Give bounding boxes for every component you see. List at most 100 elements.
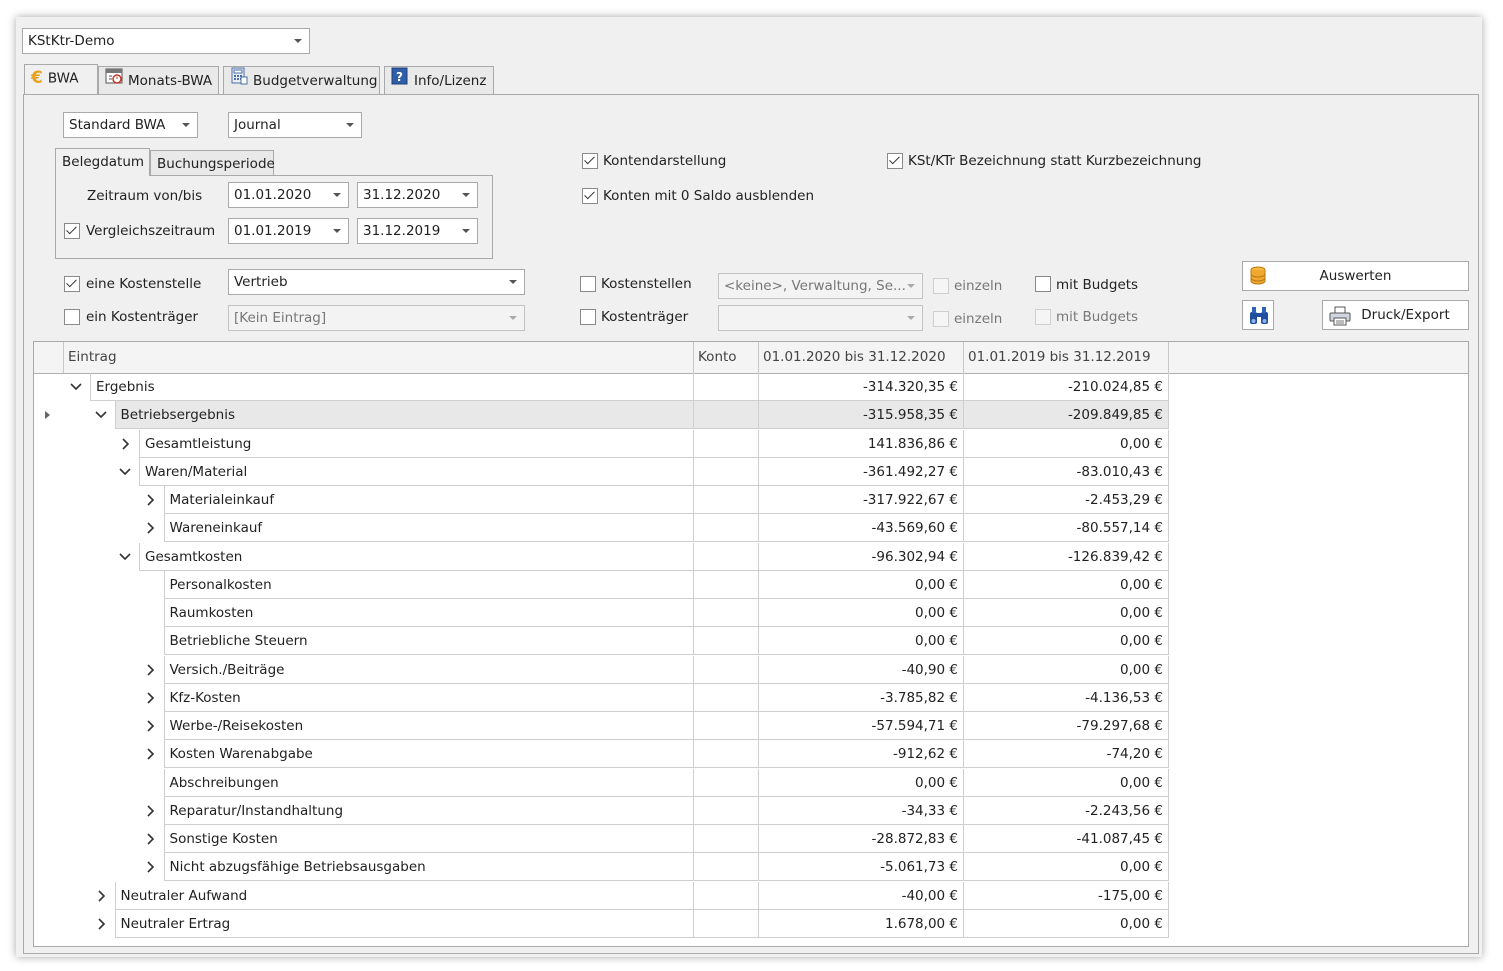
column-header-konto[interactable]: Konto [694, 342, 759, 373]
evaluate-button-label: Auswerten [1319, 268, 1392, 284]
column-header-eintrag[interactable]: Eintrag [64, 342, 694, 373]
compare-from-date[interactable]: 01.01.2019 [228, 218, 349, 244]
kostenstellen-checkbox[interactable] [580, 276, 596, 292]
kostenstelle-select[interactable]: Vertrieb [228, 269, 525, 295]
chevron-down-icon [907, 316, 915, 320]
compare-period-checkbox[interactable] [64, 223, 80, 239]
cell-konto [694, 909, 759, 938]
kostenstelle-checkbox[interactable] [64, 276, 80, 292]
table-row[interactable]: Nicht abzugsfähige Betriebsausgaben -5.06… [34, 853, 1468, 882]
tab-monats-bwa[interactable]: Monats-BWA [98, 66, 219, 94]
cell-compare-value: -79.297,68 € [964, 712, 1169, 740]
chevron-down-icon[interactable] [115, 543, 135, 571]
table-row[interactable]: Materialeinkauf -317.922,67 € -2.453,29 € [34, 486, 1468, 514]
evaluate-button[interactable]: Auswerten [1242, 261, 1469, 291]
table-row[interactable]: Reparatur/Instandhaltung -34,33 € -2.243,5… [34, 796, 1468, 825]
cell-compare-value: 0,00 € [964, 627, 1169, 656]
table-row[interactable]: Gesamtkosten -96.302,94 € -126.839,42 € [34, 542, 1468, 571]
chevron-right-icon[interactable] [140, 684, 160, 712]
kostentraeger-einzeln-checkbox[interactable] [933, 311, 949, 327]
report-type-select[interactable]: Standard BWA [63, 112, 198, 138]
cell-konto [694, 457, 759, 486]
kostenstellen-einzeln-checkbox[interactable] [933, 278, 949, 294]
bwa-tree-grid[interactable]: Eintrag Konto 01.01.2020 bis 31.12.2020 … [33, 341, 1469, 947]
table-row[interactable]: Betriebliche Steuern 0,00 €0,00 € [34, 627, 1468, 656]
period-to-date[interactable]: 31.12.2020 [357, 182, 478, 208]
calculator-icon [230, 67, 248, 95]
kostentraeger-checkbox[interactable] [64, 309, 80, 325]
chevron-right-icon[interactable] [140, 514, 160, 542]
chevron-right-icon[interactable] [140, 825, 160, 853]
kostentraeger-budgets-checkbox[interactable] [1035, 309, 1051, 325]
tab-buchungsperiode[interactable]: Buchungsperiode [150, 150, 275, 176]
kontendarstellung-checkbox[interactable] [582, 153, 598, 169]
print-export-button[interactable]: Druck/Export [1322, 300, 1469, 330]
period-label: Zeitraum von/bis [87, 188, 203, 204]
kostentraeger-select[interactable]: [Kein Eintrag] [228, 305, 525, 331]
tab-info-lizenz[interactable]: ? Info/Lizenz [384, 66, 494, 94]
chevron-down-icon[interactable] [91, 401, 111, 429]
view-type-select[interactable]: Journal [228, 112, 362, 138]
cell-eintrag: Kfz-Kosten [163, 683, 694, 712]
cell-period-value: -34,33 € [759, 796, 964, 825]
tab-budgetverwaltung[interactable]: Budgetverwaltung [223, 66, 380, 94]
table-row[interactable]: Versich./Beiträge -40,90 €0,00 € [34, 655, 1468, 684]
cell-konto [694, 712, 759, 740]
chevron-right-icon[interactable] [140, 712, 160, 740]
search-button[interactable] [1242, 300, 1274, 330]
cell-compare-value: -83.010,43 € [964, 457, 1169, 486]
column-header-compare[interactable]: 01.01.2019 bis 31.12.2019 [964, 342, 1169, 373]
table-row[interactable]: Gesamtleistung 141.836,86 €0,00 € [34, 429, 1468, 458]
table-row[interactable]: Kosten Warenabgabe -912,62 € -74,20 € [34, 740, 1468, 769]
chevron-down-icon [294, 39, 302, 43]
table-row[interactable]: Wareneinkauf -43.569,60 € -80.557,14 € [34, 514, 1468, 543]
table-row[interactable]: Personalkosten 0,00 €0,00 € [34, 570, 1468, 599]
chevron-down-icon[interactable] [66, 373, 86, 401]
chevron-right-icon[interactable] [115, 430, 135, 458]
kostenstellen-budgets-label: mit Budgets [1056, 277, 1139, 293]
column-header-period[interactable]: 01.01.2020 bis 31.12.2020 [759, 342, 964, 373]
chevron-right-icon[interactable] [140, 797, 160, 825]
chevron-right-icon[interactable] [140, 486, 160, 514]
chevron-right-icon[interactable] [91, 910, 111, 938]
view-type-value: Journal [234, 117, 281, 133]
kontendarstellung-label: Kontendarstellung [603, 153, 727, 169]
kostenstellen-select[interactable]: <keine>, Verwaltung, Se... [718, 273, 923, 299]
period-from-date[interactable]: 01.01.2020 [228, 182, 349, 208]
printer-icon [1329, 306, 1351, 336]
kostenstellen-budgets-checkbox[interactable] [1035, 276, 1051, 292]
cell-compare-value: -41.087,45 € [964, 825, 1169, 853]
null-saldo-checkbox[interactable] [582, 188, 598, 204]
cell-konto [694, 486, 759, 514]
chevron-down-icon[interactable] [115, 458, 135, 486]
table-row[interactable]: Waren/Material -361.492,27 € -83.010,43 € [34, 457, 1468, 486]
chevron-right-icon[interactable] [140, 740, 160, 768]
cell-compare-value: 0,00 € [964, 909, 1169, 938]
chevron-right-icon[interactable] [140, 656, 160, 684]
row-indicator-icon [45, 411, 50, 420]
table-row[interactable]: Raumkosten 0,00 €0,00 € [34, 599, 1468, 627]
cell-period-value: -314.320,35 € [759, 373, 964, 401]
cell-compare-value: 0,00 € [964, 570, 1169, 599]
table-row[interactable]: Neutraler Ertrag 1.678,00 €0,00 € [34, 909, 1468, 938]
table-row[interactable]: Ergebnis -314.320,35 € -210.024,85 € [34, 373, 1468, 401]
tab-bwa[interactable]: € BWA [24, 64, 98, 94]
kostentraeger-multi-select[interactable] [718, 305, 923, 331]
kostentraeger-multi-checkbox[interactable] [580, 309, 596, 325]
chevron-right-icon[interactable] [91, 882, 111, 910]
cell-konto [694, 853, 759, 882]
tab-belegdatum[interactable]: Belegdatum [55, 148, 150, 176]
compare-to-date[interactable]: 31.12.2019 [357, 218, 478, 244]
mandant-select[interactable]: KStKtr-Demo [22, 28, 310, 54]
table-row[interactable]: Kfz-Kosten -3.785,82 € -4.136,53 € [34, 683, 1468, 712]
cell-period-value: -315.958,35 € [759, 401, 964, 430]
bezeichnung-checkbox[interactable] [887, 153, 903, 169]
kostenstelle-label: eine Kostenstelle [86, 276, 202, 292]
table-row[interactable]: Neutraler Aufwand -40,00 € -175,00 € [34, 881, 1468, 910]
table-row[interactable]: Abschreibungen 0,00 €0,00 € [34, 768, 1468, 797]
table-row[interactable]: Betriebsergebnis -315.958,35 € -209.849,85… [34, 401, 1468, 430]
cell-konto [694, 796, 759, 825]
table-row[interactable]: Sonstige Kosten -28.872,83 € -41.087,45 € [34, 825, 1468, 853]
chevron-right-icon[interactable] [140, 853, 160, 881]
table-row[interactable]: Werbe-/Reisekosten -57.594,71 € -79.297,68… [34, 712, 1468, 740]
